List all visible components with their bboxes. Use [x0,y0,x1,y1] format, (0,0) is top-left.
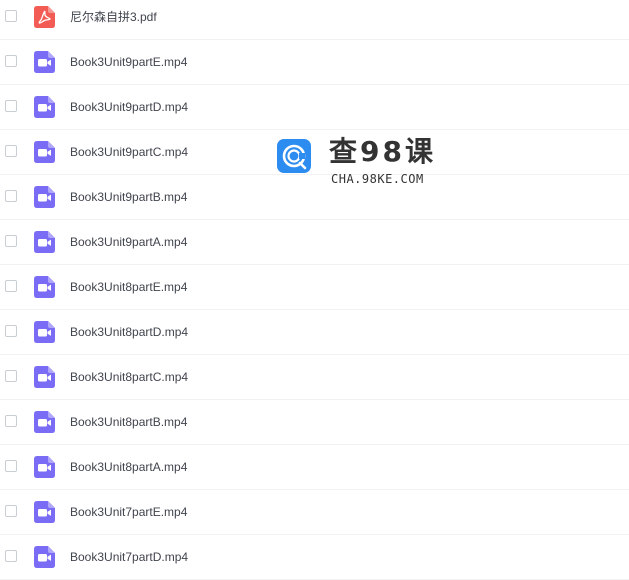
file-row[interactable]: Book3Unit8partC.mp4 [0,355,629,400]
row-checkbox[interactable] [5,190,17,202]
file-row[interactable]: Book3Unit9partD.mp4 [0,85,629,130]
file-name[interactable]: Book3Unit8partE.mp4 [70,279,187,295]
video-file-icon [34,321,55,343]
video-file-icon [34,456,55,478]
file-row[interactable]: Book3Unit7partE.mp4 [0,490,629,535]
row-checkbox[interactable] [5,280,17,292]
file-name[interactable]: Book3Unit8partD.mp4 [70,324,188,340]
file-row[interactable]: Book3Unit8partB.mp4 [0,400,629,445]
file-row[interactable]: 尼尔森自拼3.pdf [0,0,629,40]
video-file-icon [34,186,55,208]
row-checkbox[interactable] [5,325,17,337]
row-checkbox[interactable] [5,145,17,157]
file-name[interactable]: Book3Unit7partE.mp4 [70,504,187,520]
file-name[interactable]: Book3Unit9partB.mp4 [70,189,187,205]
file-row[interactable]: Book3Unit9partB.mp4 [0,175,629,220]
file-name[interactable]: Book3Unit8partB.mp4 [70,414,187,430]
file-name[interactable]: 尼尔森自拼3.pdf [70,9,157,25]
file-row[interactable]: Book3Unit9partE.mp4 [0,40,629,85]
file-row[interactable]: Book3Unit9partC.mp4 [0,130,629,175]
row-checkbox[interactable] [5,235,17,247]
file-name[interactable]: Book3Unit8partA.mp4 [70,459,187,475]
row-checkbox[interactable] [5,505,17,517]
file-row[interactable]: Book3Unit8partE.mp4 [0,265,629,310]
file-row[interactable]: Book3Unit8partA.mp4 [0,445,629,490]
file-name[interactable]: Book3Unit9partE.mp4 [70,54,187,70]
file-row[interactable]: Book3Unit8partD.mp4 [0,310,629,355]
video-file-icon [34,141,55,163]
video-file-icon [34,276,55,298]
video-file-icon [34,96,55,118]
file-list: 尼尔森自拼3.pdf Book3Unit9partE.mp4 Book3Unit… [0,0,629,580]
row-checkbox[interactable] [5,55,17,67]
row-checkbox[interactable] [5,460,17,472]
file-name[interactable]: Book3Unit8partC.mp4 [70,369,188,385]
file-name[interactable]: Book3Unit9partD.mp4 [70,99,188,115]
video-file-icon [34,546,55,568]
file-name[interactable]: Book3Unit7partD.mp4 [70,549,188,565]
pdf-file-icon [34,6,55,28]
video-file-icon [34,51,55,73]
row-checkbox[interactable] [5,370,17,382]
row-checkbox[interactable] [5,10,17,22]
file-row[interactable]: Book3Unit9partA.mp4 [0,220,629,265]
row-checkbox[interactable] [5,415,17,427]
video-file-icon [34,501,55,523]
row-checkbox[interactable] [5,550,17,562]
file-row[interactable]: Book3Unit7partD.mp4 [0,535,629,580]
row-checkbox[interactable] [5,100,17,112]
video-file-icon [34,411,55,433]
video-file-icon [34,366,55,388]
file-name[interactable]: Book3Unit9partC.mp4 [70,144,188,160]
file-name[interactable]: Book3Unit9partA.mp4 [70,234,187,250]
video-file-icon [34,231,55,253]
